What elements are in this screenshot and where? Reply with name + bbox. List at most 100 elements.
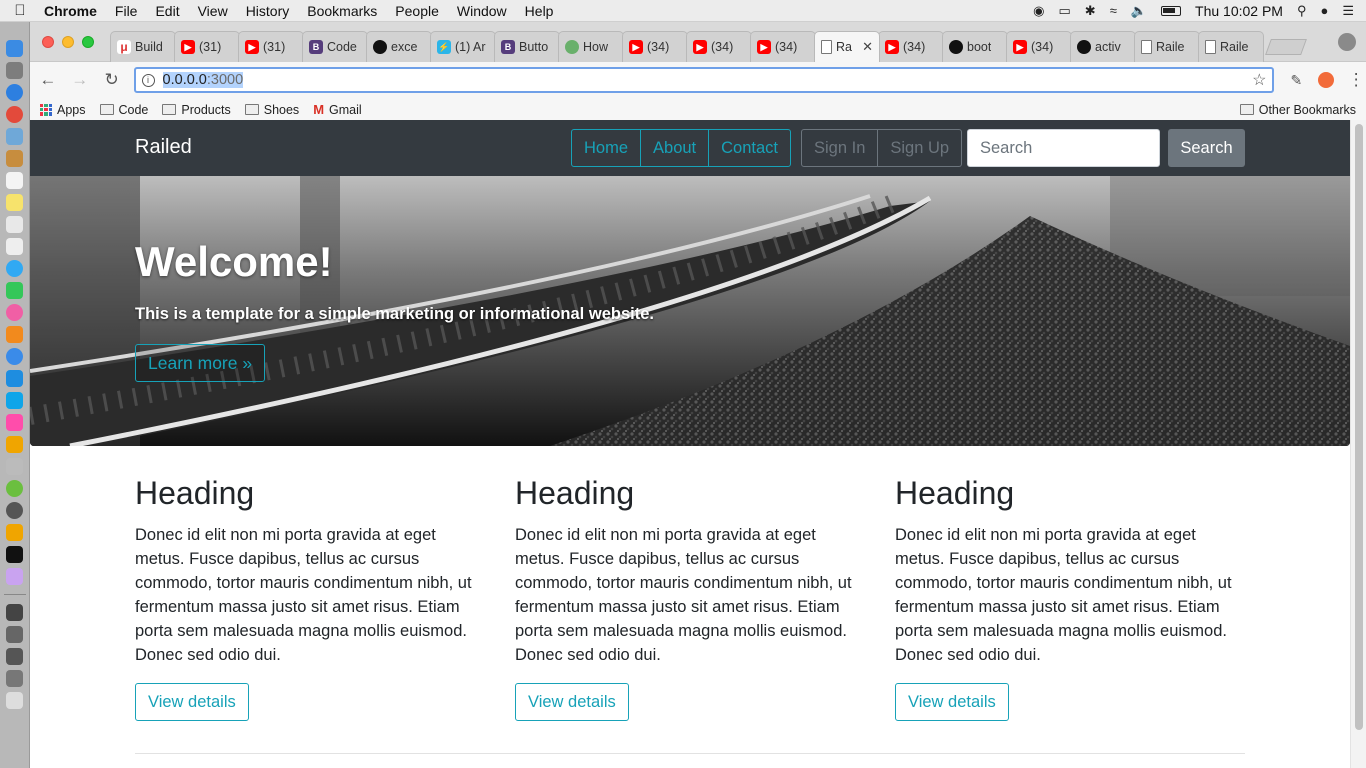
tab[interactable]: μ Build	[110, 31, 176, 62]
view-details-button[interactable]: View details	[515, 683, 629, 722]
hyper-icon[interactable]	[6, 568, 23, 585]
sublime-text-2-icon[interactable]	[6, 524, 23, 541]
volume-icon[interactable]: 🔈	[1131, 3, 1147, 19]
calendar-icon[interactable]	[6, 172, 23, 189]
skype-icon[interactable]	[6, 392, 23, 409]
bookmark-shoes[interactable]: Shoes	[244, 103, 299, 117]
bluetooth-icon[interactable]: ✱	[1085, 3, 1096, 19]
new-tab-button[interactable]	[1265, 39, 1307, 55]
back-arrow-icon[interactable]: ←	[38, 70, 58, 90]
tab[interactable]: ▶ (31)	[174, 31, 240, 62]
menu-help[interactable]: Help	[516, 3, 563, 19]
tab-active[interactable]: Ra ✕	[814, 31, 880, 62]
bookmark-other[interactable]: Other Bookmarks	[1239, 103, 1356, 117]
tab[interactable]: ⚡ (1) Ar	[430, 31, 496, 62]
tab[interactable]: Raile	[1198, 31, 1264, 62]
tab[interactable]: B Code	[302, 31, 368, 62]
tab[interactable]: ▶ (34)	[622, 31, 688, 62]
tab[interactable]: boot	[942, 31, 1008, 62]
launchpad-icon[interactable]	[6, 62, 23, 79]
chrome-menu-icon[interactable]: ⋮	[1346, 70, 1366, 90]
bookmark-gmail[interactable]: M Gmail	[313, 102, 362, 117]
reminders-icon[interactable]	[6, 216, 23, 233]
ibooks-icon[interactable]	[6, 326, 23, 343]
facetime-icon[interactable]	[6, 282, 23, 299]
bookmark-apps[interactable]: Apps	[40, 103, 86, 117]
site-info-icon[interactable]: i	[141, 73, 155, 87]
menu-edit[interactable]: Edit	[146, 3, 188, 19]
reload-icon[interactable]: ↻	[102, 70, 122, 90]
minimized-window-3-icon[interactable]	[6, 648, 23, 665]
view-details-button[interactable]: View details	[135, 683, 249, 722]
messages-icon[interactable]	[6, 260, 23, 277]
page-scrollbar[interactable]	[1350, 120, 1366, 768]
tab[interactable]: activ	[1070, 31, 1136, 62]
siri-icon[interactable]: ●	[1320, 3, 1328, 18]
tab[interactable]: exce	[366, 31, 432, 62]
bookmark-code[interactable]: Code	[99, 103, 148, 117]
safari-icon[interactable]	[6, 84, 23, 101]
bookmark-star-icon[interactable]: ☆	[1252, 70, 1266, 90]
system-preferences-icon[interactable]	[6, 502, 23, 519]
profile-avatar-icon[interactable]	[1338, 33, 1356, 51]
menubar-clock[interactable]: Thu 10:02 PM	[1195, 3, 1283, 19]
itunes-icon[interactable]	[6, 304, 23, 321]
menu-window[interactable]: Window	[448, 3, 516, 19]
extension-icon[interactable]	[1318, 72, 1335, 88]
finder-icon[interactable]	[6, 40, 23, 57]
app-store-alt-icon[interactable]	[6, 370, 23, 387]
screens-icon[interactable]	[6, 414, 23, 431]
menu-app-name[interactable]: Chrome	[40, 3, 106, 19]
dashlane-icon[interactable]: ◉	[1033, 3, 1044, 19]
wifi-icon[interactable]: ≈	[1110, 3, 1117, 18]
battery-icon[interactable]	[1161, 5, 1182, 16]
sign-up-button[interactable]: Sign Up	[877, 129, 963, 167]
notes-icon[interactable]	[6, 194, 23, 211]
site-search-button[interactable]: Search	[1168, 129, 1245, 167]
notification-center-icon[interactable]: ☰	[1342, 3, 1354, 19]
menu-people[interactable]: People	[386, 3, 448, 19]
zoom-window-button[interactable]	[82, 36, 94, 48]
nav-about-button[interactable]: About	[640, 129, 710, 167]
sublime-text-icon[interactable]	[6, 436, 23, 453]
learn-more-button[interactable]: Learn more »	[135, 344, 266, 382]
close-window-button[interactable]	[42, 36, 54, 48]
tab[interactable]: ▶ (34)	[878, 31, 944, 62]
photos-icon[interactable]	[6, 238, 23, 255]
minimized-window-2-icon[interactable]	[6, 626, 23, 643]
preview-icon[interactable]	[6, 128, 23, 145]
menu-history[interactable]: History	[237, 3, 299, 19]
terminal-icon[interactable]	[6, 546, 23, 563]
sign-in-button[interactable]: Sign In	[801, 129, 879, 167]
chrome-dock-icon[interactable]	[6, 106, 23, 123]
tab[interactable]: How	[558, 31, 624, 62]
close-tab-icon[interactable]: ✕	[862, 39, 873, 55]
site-brand[interactable]: Railed	[135, 136, 192, 159]
menu-file[interactable]: File	[106, 3, 147, 19]
tab[interactable]: ▶ (34)	[1006, 31, 1072, 62]
bookmark-products[interactable]: Products	[162, 103, 231, 117]
minimized-window-icon[interactable]	[6, 604, 23, 621]
excel-icon[interactable]	[6, 480, 23, 497]
tab[interactable]: ▶ (31)	[238, 31, 304, 62]
forward-arrow-icon[interactable]: →	[70, 70, 90, 90]
minimized-window-4-icon[interactable]	[6, 670, 23, 687]
app-store-icon[interactable]	[6, 348, 23, 365]
scrollbar-thumb[interactable]	[1355, 124, 1363, 730]
nav-home-button[interactable]: Home	[571, 129, 642, 167]
address-bar[interactable]: i 0.0.0.0:3000 ☆	[133, 67, 1275, 93]
cleanup-icon[interactable]	[6, 458, 23, 475]
nav-contact-button[interactable]: Contact	[708, 129, 792, 167]
eyedropper-extension-icon[interactable]: ✎	[1286, 72, 1306, 89]
site-search-input[interactable]	[967, 129, 1160, 167]
menu-bookmarks[interactable]: Bookmarks	[298, 3, 386, 19]
airplay-icon[interactable]: ▭	[1058, 3, 1070, 19]
notebook-icon[interactable]	[6, 150, 23, 167]
tab[interactable]: Raile	[1134, 31, 1200, 62]
apple-menu-icon[interactable]: 	[0, 2, 40, 19]
spotlight-search-icon[interactable]: ⚲	[1297, 3, 1307, 19]
tab[interactable]: B Butto	[494, 31, 560, 62]
minimize-window-button[interactable]	[62, 36, 74, 48]
tab[interactable]: ▶ (34)	[750, 31, 816, 62]
menu-view[interactable]: View	[189, 3, 237, 19]
